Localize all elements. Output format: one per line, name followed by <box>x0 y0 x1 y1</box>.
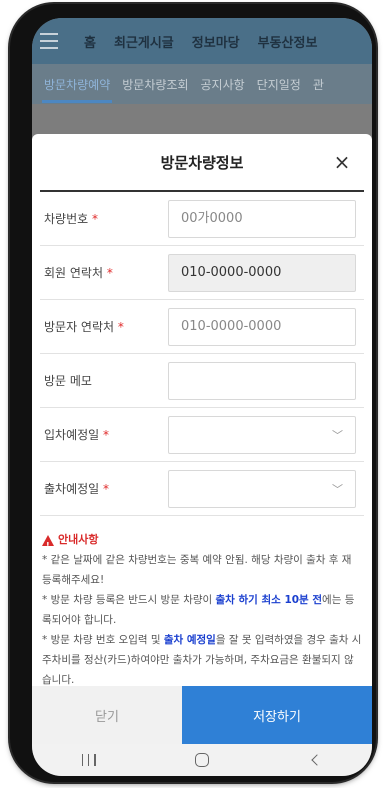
tab-schedule[interactable]: 단지일정 <box>257 76 301 93</box>
phone-frame: 홈 최근게시글 정보마당 부동산정보 방문차량예약 방문차량조회 공지사항 단지… <box>10 4 376 782</box>
car-number-input[interactable] <box>168 199 356 238</box>
close-button[interactable]: 닫기 <box>32 686 182 744</box>
modal-title: 방문차량정보 <box>160 153 244 172</box>
notice-line-2: * 방문 차량 등록은 반드시 방문 차량이 출차 하기 최소 10분 전에는 … <box>42 594 355 626</box>
app-nav: 홈 최근게시글 정보마당 부동산정보 <box>32 18 372 64</box>
nav-item-realestate[interactable]: 부동산정보 <box>258 32 318 51</box>
exit-date-label: 출차예정일 * <box>44 482 110 496</box>
visit-memo-input[interactable] <box>168 361 356 400</box>
visitor-contact-label: 방문자 연락처 * <box>44 320 124 334</box>
nav-item-home[interactable]: 홈 <box>84 32 96 51</box>
entry-date-select[interactable]: ﹀ <box>168 415 356 454</box>
exit-date-select[interactable]: ﹀ <box>168 469 356 508</box>
notice-line-1: * 같은 날짜에 같은 차량번호는 중복 예약 안됨. 해당 차량이 출차 후 … <box>42 554 352 586</box>
notice-title: 안내사항 <box>42 530 362 556</box>
close-icon[interactable]: × <box>328 148 356 176</box>
modal-header: 방문차량정보 × <box>32 134 372 190</box>
warning-icon <box>42 534 54 556</box>
visitor-car-modal: 방문차량정보 × 차량번호 * 회원 연락처 * 010-0000-0000 방… <box>32 134 372 744</box>
row-entry-date: 입차예정일 * ﹀ <box>40 408 364 462</box>
nav-item-recent-posts[interactable]: 최근게시글 <box>114 32 174 51</box>
tab-visitor-lookup[interactable]: 방문차량조회 <box>122 76 188 93</box>
active-tab-indicator <box>42 100 112 103</box>
row-visit-memo: 방문 메모 <box>40 354 364 408</box>
row-car-number: 차량번호 * <box>40 192 364 246</box>
nav-item-info[interactable]: 정보마당 <box>192 32 240 51</box>
car-number-label: 차량번호 * <box>44 212 98 226</box>
save-button[interactable]: 저장하기 <box>182 686 372 744</box>
member-contact-label: 회원 연락처 * <box>44 266 113 280</box>
tab-more[interactable]: 관 <box>313 76 324 93</box>
recents-icon[interactable] <box>81 754 96 766</box>
entry-date-label: 입차예정일 * <box>44 428 110 442</box>
member-contact-field: 010-0000-0000 <box>168 253 356 292</box>
screen: 홈 최근게시글 정보마당 부동산정보 방문차량예약 방문차량조회 공지사항 단지… <box>32 18 372 776</box>
app-content <box>32 104 372 134</box>
row-exit-date: 출차예정일 * ﹀ <box>40 462 364 516</box>
back-icon[interactable] <box>308 753 322 767</box>
modal-footer: 닫기 저장하기 <box>32 686 372 744</box>
menu-icon[interactable] <box>32 18 66 64</box>
system-navbar <box>32 744 372 776</box>
visit-memo-label: 방문 메모 <box>44 374 92 388</box>
notice-section: 안내사항 * 같은 날짜에 같은 차량번호는 중복 예약 안됨. 해당 차량이 … <box>32 516 372 690</box>
tab-notice[interactable]: 공지사항 <box>201 76 245 93</box>
row-visitor-contact: 방문자 연락처 * <box>40 300 364 354</box>
visitor-contact-input[interactable] <box>168 307 356 346</box>
chevron-down-icon: ﹀ <box>332 482 343 496</box>
notice-line-3: * 방문 차량 번호 오입력 및 출차 예정일을 잘 못 입력하였을 경우 출차… <box>42 634 362 686</box>
home-icon[interactable] <box>194 753 209 767</box>
chevron-down-icon: ﹀ <box>332 428 343 442</box>
tab-visitor-reservation[interactable]: 방문차량예약 <box>44 76 110 93</box>
app-tabs: 방문차량예약 방문차량조회 공지사항 단지일정 관 <box>32 64 372 104</box>
row-member-contact: 회원 연락처 * 010-0000-0000 <box>40 246 364 300</box>
